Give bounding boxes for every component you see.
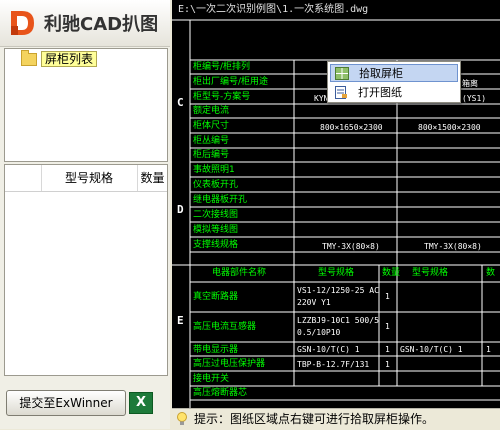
cad-label: 事故照明1 [193,165,235,175]
left-panel: 利驰CAD扒图 屏柜列表 型号规格 数量 提交至ExWinner X [0,0,170,429]
excel-icon[interactable]: X [129,392,153,414]
cad-label: 真空断路器 [193,292,239,302]
cad-label: 柜型号-方案号 [193,92,251,102]
cad-value: GSN-10/T(C) 1 [297,345,360,354]
cad-label: 柜编号/柜排列 [193,62,251,72]
cad-value: 1 [385,322,390,331]
cad-value: (YS1) [462,94,487,103]
row-letter-d: D [177,203,184,216]
cad-label: 接电开关 [193,374,230,384]
cad-label: 高压熔断器芯 [193,388,248,398]
cad-header: 型号规格 [318,268,355,278]
cad-label: 高压过电压保护器 [193,359,266,369]
status-bar: 提示：图纸区域点右键可进行拾取屏柜操作。 [172,408,500,430]
cad-header: 型号规格 [412,268,449,278]
spec-list[interactable]: 型号规格 数量 [4,164,168,376]
folder-icon [21,49,37,66]
cad-value: TMY-3X(80×8) [424,242,482,251]
row-letter-c: C [177,96,184,109]
app-title: 利驰CAD扒图 [44,14,159,35]
menu-item-open-drawing[interactable]: 打开图纸 [330,83,458,101]
cad-value: 220V Y1 [297,298,331,307]
cad-header: 数量 [382,268,401,278]
cad-label: 柜后编号 [193,150,230,160]
cad-value: 1 [486,345,491,354]
cad-header: 数 [486,268,496,278]
lightbulb-icon [177,412,187,425]
menu-item-pick-cabinet[interactable]: 拾取屏柜 [330,64,458,82]
cad-label: 二次接线图 [193,210,239,220]
cad-label: 仪表板开孔 [193,180,239,190]
grid-icon [335,66,349,80]
cad-label: 柜出厂编号/柜用途 [193,77,269,87]
cad-value: 箱离 [462,79,478,88]
cad-value: 1 [385,345,390,354]
cad-label: 带电显示器 [193,345,239,355]
list-header-model[interactable]: 型号规格 [41,165,138,191]
cad-value: LZZBJ9-10C1 500/5 [297,316,379,325]
row-letter-e: E [177,314,184,327]
cad-value: 800×1500×2300 [418,123,481,132]
tree-root-item[interactable]: 屏柜列表 [21,49,98,67]
app-header: 利驰CAD扒图 [0,0,170,47]
cad-label: 额定电流 [193,106,230,116]
cad-label: 柜体尺寸 [193,121,230,131]
cad-label: 柜丛编号 [193,136,230,146]
context-menu: 拾取屏柜 打开图纸 [327,61,461,103]
list-header: 型号规格 数量 [5,165,167,192]
menu-item-label: 拾取屏柜 [359,67,403,80]
list-header-blank [5,165,42,191]
cad-value: GSN-10/T(C) 1 [400,345,463,354]
cad-value: TMY-3X(80×8) [322,242,380,251]
cad-header: 电器部件名称 [212,268,267,278]
cad-value: TBP-B-12.7F/131 [297,360,370,369]
cad-label: 高压电流互感器 [193,322,257,332]
cad-label: 模拟等线图 [193,225,239,235]
cad-value: 1 [385,360,390,369]
tree-root-label[interactable]: 屏柜列表 [41,51,98,67]
status-hint: 提示：图纸区域点右键可进行拾取屏柜操作。 [194,412,435,426]
menu-item-label: 打开图纸 [358,86,402,99]
cad-label: 继电器板开孔 [193,195,248,205]
cad-value: 0.5/10P10 [297,328,341,337]
submit-exwinner-button[interactable]: 提交至ExWinner [6,390,126,416]
list-header-qty[interactable]: 数量 [138,165,167,191]
cabinet-tree[interactable]: 屏柜列表 [4,48,168,162]
document-icon [335,85,347,99]
cad-value: VS1-12/1250-25 AC [297,286,379,295]
cad-value: 800×1650×2300 [320,123,383,132]
cad-value: 1 [385,292,390,301]
lichi-logo-icon [11,11,34,35]
cad-label: 支撑线规格 [193,240,239,250]
